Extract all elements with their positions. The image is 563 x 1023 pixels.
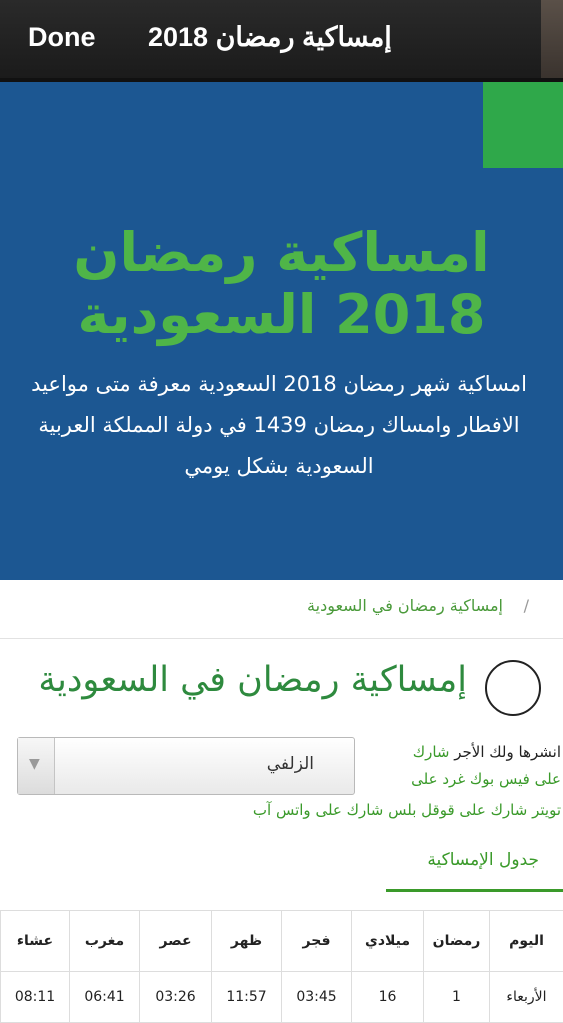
hero-title-line2: 2018 السعودية [0, 284, 563, 346]
chevron-down-icon: ▼ [29, 756, 40, 772]
breadcrumb: / إمساكية رمضان في السعودية [0, 580, 563, 639]
share-prefix: انشرها ولك الأجر [449, 743, 561, 761]
navigation-bar: Done إمساكية رمضان 2018 [0, 0, 563, 78]
share-line-1: انشرها ولك الأجر شارك [221, 739, 561, 766]
column-header: عصر [140, 911, 212, 972]
column-header: اليوم [490, 911, 563, 972]
table-cell: 11:57 [212, 972, 282, 1023]
table-row: الأربعاء 1 16 03:45 11:57 03:26 06:41 08… [1, 972, 563, 1023]
table-cell: 08:11 [1, 972, 70, 1023]
tab-schedule-label: جدول الإمساكية [427, 850, 539, 870]
heading-circle-icon [485, 660, 541, 716]
done-button[interactable]: Done [28, 22, 96, 53]
column-header: فجر [282, 911, 352, 972]
hero-description: امساكية شهر رمضان 2018 السعودية معرفة مت… [30, 364, 528, 487]
hero-title: امساكية رمضان 2018 السعودية [0, 222, 563, 346]
select-arrow-container[interactable]: ▼ [18, 738, 55, 794]
bar-corner-decoration [541, 0, 563, 78]
table-cell: 03:26 [140, 972, 212, 1023]
window-title: إمساكية رمضان 2018 [148, 22, 392, 53]
schedule-table: اليوم رمضان ميلادي فجر ظهر عصر مغرب عشاء… [0, 910, 563, 1023]
column-header: عشاء [1, 911, 70, 972]
column-header: ميلادي [352, 911, 424, 972]
table-header-row: اليوم رمضان ميلادي فجر ظهر عصر مغرب عشاء [1, 911, 563, 972]
hero-accent-block [483, 82, 563, 168]
hero-title-line1: امساكية رمضان [0, 222, 563, 284]
column-header: رمضان [424, 911, 490, 972]
table-cell: 03:45 [282, 972, 352, 1023]
page-title: إمساكية رمضان في السعودية [38, 660, 467, 700]
table-cell: 06:41 [70, 972, 140, 1023]
breadcrumb-separator: / [524, 596, 529, 615]
hero-banner: امساكية رمضان 2018 السعودية امساكية شهر … [0, 82, 563, 580]
table-cell: 1 [424, 972, 490, 1023]
tab-schedule[interactable]: جدول الإمساكية [386, 838, 563, 892]
share-line-3[interactable]: تويتر شارك على قوقل بلس شارك على واتس آب [221, 797, 561, 824]
breadcrumb-link[interactable]: إمساكية رمضان في السعودية [307, 596, 503, 615]
table-cell: 16 [352, 972, 424, 1023]
column-header: ظهر [212, 911, 282, 972]
share-line-2[interactable]: على فيس بوك غرد على [221, 766, 561, 793]
column-header: مغرب [70, 911, 140, 972]
share-link[interactable]: شارك [413, 743, 450, 761]
table-cell: الأربعاء [490, 972, 563, 1023]
